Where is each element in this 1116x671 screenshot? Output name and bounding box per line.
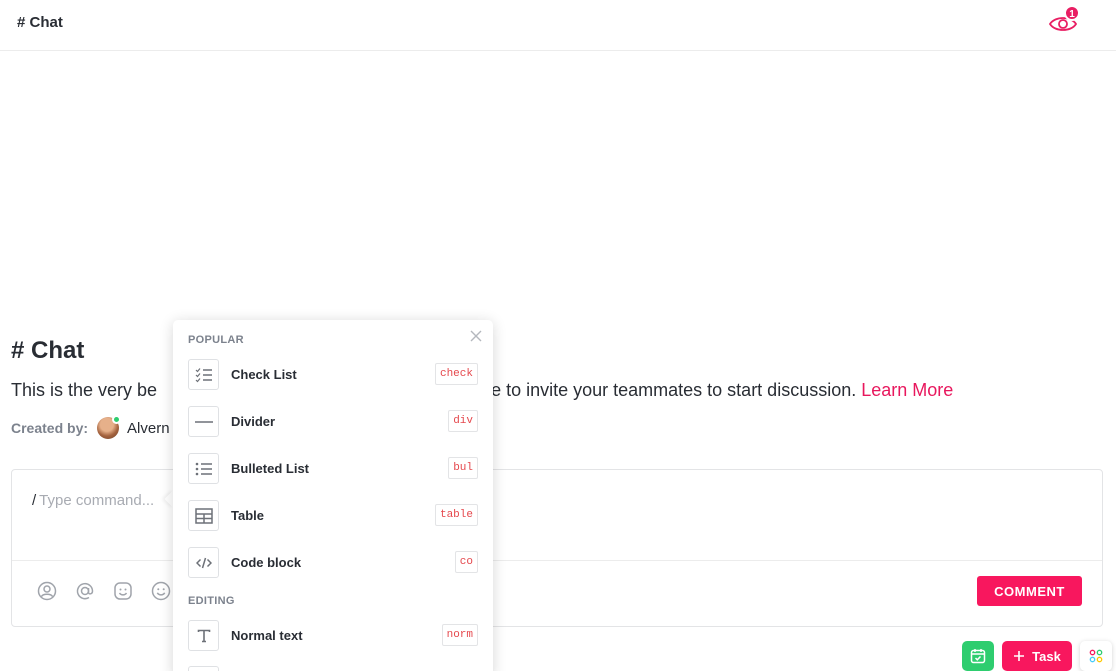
created-by-label: Created by:: [11, 420, 89, 436]
top-bar: # Chat 1: [0, 0, 1116, 51]
divider-icon: [188, 406, 219, 437]
assign-icon[interactable]: [36, 580, 57, 601]
section-label-popular: POPULAR: [188, 334, 244, 346]
section-label-editing: EDITING: [188, 595, 235, 607]
watcher-count-badge: 1: [1064, 5, 1080, 21]
apps-grid-icon: [1089, 649, 1103, 663]
menu-item-shortcut: table: [434, 504, 478, 526]
menu-item-normal-text[interactable]: Normal text norm: [173, 616, 493, 656]
learn-more-link[interactable]: Learn More: [861, 380, 953, 400]
page-title: # Chat: [17, 14, 63, 31]
my-tasks-button[interactable]: [962, 641, 994, 671]
menu-item-code-block[interactable]: Code block co: [173, 543, 493, 583]
next-item-icon: [188, 666, 219, 671]
table-icon: [188, 500, 219, 531]
composer-placeholder: Type command...: [39, 492, 155, 509]
menu-item-divider[interactable]: Divider div: [173, 402, 493, 442]
description-text-start: This is the very be: [11, 380, 158, 400]
menu-item-label: Code block: [231, 555, 302, 570]
smiley-icon[interactable]: [150, 580, 171, 601]
new-task-button[interactable]: Task: [1002, 641, 1072, 671]
code-icon: [188, 547, 219, 578]
menu-item-label: Table: [231, 508, 264, 523]
menu-item-label: Divider: [231, 414, 276, 429]
watchers-button[interactable]: 1: [1047, 5, 1083, 38]
created-by-row: Created by: Alvern: [11, 415, 170, 440]
apps-button[interactable]: [1080, 641, 1112, 671]
composer-toolbar: [36, 580, 171, 601]
channel-title: # Chat: [11, 337, 85, 364]
emoji-tag-icon[interactable]: [112, 580, 133, 601]
creator-name[interactable]: Alvern: [127, 420, 170, 437]
calendar-check-icon: [970, 649, 986, 664]
menu-item-shortcut: co: [454, 551, 478, 573]
menu-item-shortcut: check: [434, 363, 478, 385]
task-button-label: Task: [1032, 648, 1061, 664]
comment-button[interactable]: COMMENT: [977, 576, 1082, 606]
menu-item-label: Check List: [231, 367, 297, 382]
slash-character: /: [32, 492, 37, 509]
menu-item-check-list[interactable]: Check List check: [173, 355, 493, 395]
menu-item-shortcut: bul: [448, 457, 478, 479]
slash-command-menu: POPULAR Check List check Divider div Bul…: [173, 320, 493, 671]
avatar[interactable]: [97, 415, 122, 439]
menu-item-bulleted-list[interactable]: Bulleted List bul: [173, 449, 493, 489]
online-status-dot: [112, 415, 122, 424]
close-icon[interactable]: [469, 329, 483, 343]
mention-icon[interactable]: [74, 580, 95, 601]
text-icon: [188, 620, 219, 651]
menu-item-shortcut: div: [448, 410, 478, 432]
checklist-icon: [188, 359, 219, 390]
menu-item-table[interactable]: Table table: [173, 496, 493, 536]
plus-icon: [1014, 651, 1025, 661]
bulleted-list-icon: [188, 453, 219, 484]
comment-input[interactable]: / Type command...: [32, 492, 154, 509]
menu-item-label: Normal text: [231, 628, 303, 643]
menu-item-shortcut: norm: [441, 624, 478, 646]
description-text-end: ree to invite your teammates to start di…: [475, 380, 862, 400]
menu-item-label: Bulleted List: [231, 461, 310, 476]
